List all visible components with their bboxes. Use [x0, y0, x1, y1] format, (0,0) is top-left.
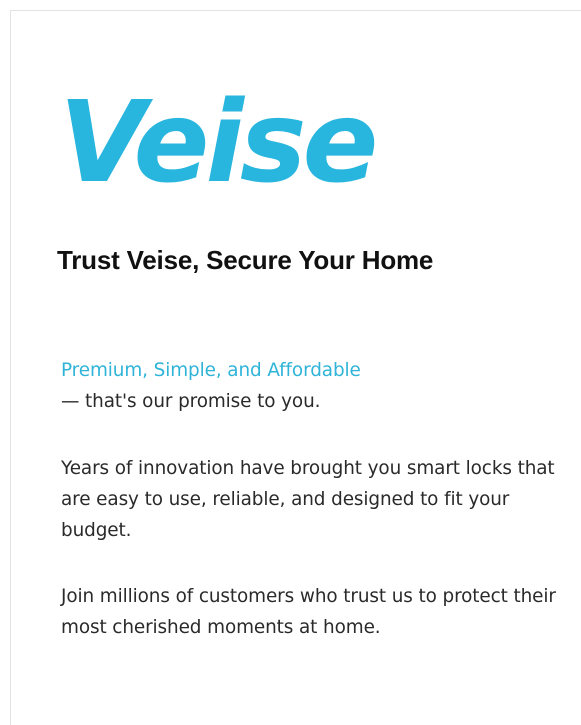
content-card: Veise Trust Veise, Secure Your Home Prem… — [10, 10, 581, 725]
join-paragraph: Join millions of customers who trust us … — [61, 586, 556, 638]
headline: Trust Veise, Secure Your Home — [57, 245, 434, 275]
innovation-paragraph: Years of innovation have brought you sma… — [61, 458, 555, 541]
promise-paragraph: Premium, Simple, and Affordable — that's… — [61, 355, 561, 417]
brand-logo: Veise — [59, 78, 379, 208]
promise-highlight: Premium, Simple, and Affordable — [61, 360, 361, 381]
promise-tail: — that's our promise to you. — [61, 391, 321, 412]
